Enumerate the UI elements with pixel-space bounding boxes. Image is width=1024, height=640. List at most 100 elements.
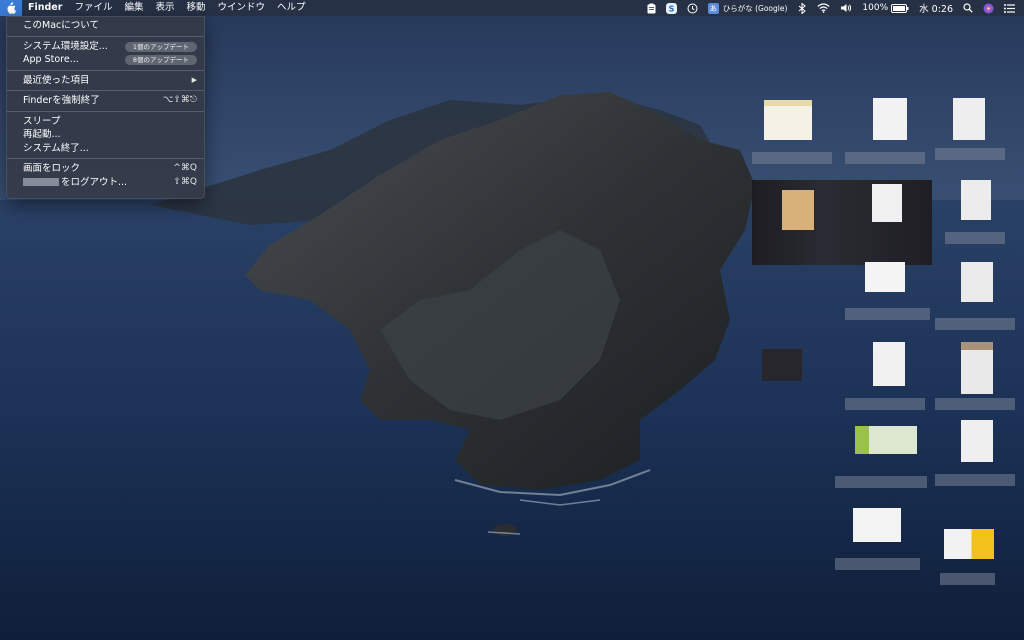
menu-item-label: システム環境設定... xyxy=(23,40,108,52)
menu-separator xyxy=(7,35,204,37)
menu-go[interactable]: 移動 xyxy=(180,0,211,16)
app-thumbnail xyxy=(762,349,802,381)
update-badge: 8個のアップデート xyxy=(124,55,197,65)
file-name-redacted xyxy=(845,308,930,320)
menu-separator xyxy=(7,90,204,91)
status-area: S あ ひらがな (Google) 100% 水 0:26 xyxy=(642,0,1020,16)
battery-percent: 100% xyxy=(862,3,889,13)
file-name-redacted xyxy=(935,474,1015,486)
menu-bar: Finder ファイル 編集 表示 移動 ウインドウ ヘルプ S あ ひらがな … xyxy=(0,0,1024,16)
menu-item-label: スリープ xyxy=(23,115,61,127)
menu-item-sleep[interactable]: スリープ xyxy=(7,115,204,129)
battery-icon xyxy=(891,3,909,13)
desktop-icon[interactable] xyxy=(935,92,1010,172)
menu-help[interactable]: ヘルプ xyxy=(271,0,312,16)
desktop-icon[interactable] xyxy=(752,345,812,385)
menu-separator xyxy=(7,69,204,71)
document-thumbnail xyxy=(873,98,907,140)
file-name-redacted xyxy=(845,152,925,164)
apple-menu-button[interactable] xyxy=(0,0,22,16)
menu-item-label: 画面をロック xyxy=(23,163,81,174)
desktop-icon[interactable] xyxy=(845,258,935,328)
file-thumbnail xyxy=(865,262,905,292)
spotlight-search-icon[interactable] xyxy=(958,0,978,16)
file-name-redacted xyxy=(752,152,832,164)
menu-item-label: App Store... xyxy=(23,54,79,65)
menu-item-shutdown[interactable]: システム終了... xyxy=(7,142,204,156)
desktop-icon[interactable] xyxy=(940,525,1000,590)
desktop-icon[interactable] xyxy=(752,92,837,172)
menu-window[interactable]: ウインドウ xyxy=(212,0,272,16)
file-name-redacted xyxy=(835,558,920,570)
file-thumbnail xyxy=(853,508,901,542)
bluetooth-icon[interactable] xyxy=(792,0,812,16)
file-name-redacted xyxy=(935,148,1005,160)
notification-center-icon[interactable] xyxy=(999,0,1020,16)
apple-menu-dropdown: このMacについて システム環境設定... 1個のアップデート App Stor… xyxy=(6,16,205,199)
battery-status[interactable]: 100% xyxy=(857,0,914,16)
menu-item-label: このMacについて xyxy=(23,20,99,31)
desktop-icon[interactable] xyxy=(935,180,1010,250)
menu-view[interactable]: 表示 xyxy=(149,0,180,16)
menu-shortcut: ⇧⌘Q xyxy=(173,176,197,187)
menu-item-app-store[interactable]: App Store... 8個のアップデート xyxy=(7,53,204,67)
document-thumbnail xyxy=(961,342,993,394)
menu-finder[interactable]: Finder xyxy=(22,0,68,16)
file-name-redacted xyxy=(940,573,995,585)
file-thumbnail xyxy=(855,426,917,454)
menu-item-restart[interactable]: 再起動... xyxy=(7,128,204,142)
document-thumbnail xyxy=(953,98,985,140)
menu-item-label: Finderを強制終了 xyxy=(23,95,100,106)
menu-item-label: 最近使った項目 xyxy=(23,74,90,86)
menu-shortcut: ⌥⇧⌘⎋ xyxy=(162,95,197,105)
desktop-icon[interactable] xyxy=(935,420,1020,495)
update-badge: 1個のアップデート xyxy=(124,41,197,52)
desktop-icon[interactable] xyxy=(845,92,925,172)
clipboard-icon[interactable] xyxy=(642,0,661,16)
document-thumbnail xyxy=(872,184,902,222)
menu-edit[interactable]: 編集 xyxy=(118,0,149,16)
file-name-redacted xyxy=(845,398,925,410)
menu-item-logout[interactable]: をログアウト... ⇧⌘Q xyxy=(7,176,204,190)
input-method-icon: あ xyxy=(707,2,719,14)
svg-text:S: S xyxy=(668,4,674,13)
menu-item-about-this-mac[interactable]: このMacについて xyxy=(7,19,204,33)
file-name-redacted xyxy=(945,232,1005,244)
wifi-icon[interactable] xyxy=(812,0,835,16)
desktop-icon[interactable] xyxy=(935,258,1020,338)
document-thumbnail xyxy=(961,420,993,462)
menu-separator xyxy=(7,110,204,112)
desktop-icon[interactable] xyxy=(935,340,1020,420)
folder-thumbnail xyxy=(752,180,932,265)
menu-item-force-quit[interactable]: Finderを強制終了 ⌥⇧⌘⎋ xyxy=(7,94,204,108)
file-name-redacted xyxy=(835,476,927,488)
clock[interactable]: 水 0:26 xyxy=(914,0,958,16)
input-method-menu[interactable]: あ ひらがな (Google) xyxy=(703,0,793,16)
document-thumbnail xyxy=(961,262,993,302)
skype-icon[interactable]: S xyxy=(661,0,682,16)
menu-item-label: システム終了... xyxy=(23,142,89,154)
desktop-icon[interactable] xyxy=(835,420,930,495)
desktop-icon[interactable] xyxy=(845,340,930,420)
submenu-arrow-icon: ▶ xyxy=(191,75,197,84)
menu-item-system-preferences[interactable]: システム環境設定... 1個のアップデート xyxy=(7,40,204,54)
document-thumbnail xyxy=(961,180,991,220)
menu-item-label: をログアウト... xyxy=(61,176,128,188)
document-thumbnail xyxy=(873,342,905,386)
menu-file[interactable]: ファイル xyxy=(68,0,118,16)
menu-item-recent-items[interactable]: 最近使った項目 ▶ xyxy=(7,74,204,88)
file-name-redacted xyxy=(935,398,1015,410)
menu-separator xyxy=(7,158,204,159)
apple-logo-icon xyxy=(7,2,16,14)
time-machine-icon[interactable] xyxy=(682,0,703,16)
menu-shortcut: ^⌘Q xyxy=(173,163,197,173)
menu-item-label: 再起動... xyxy=(23,129,61,140)
siri-icon[interactable] xyxy=(978,0,999,16)
menu-item-lock-screen[interactable]: 画面をロック ^⌘Q xyxy=(7,162,204,176)
photo-thumbnail xyxy=(782,190,814,230)
volume-icon[interactable] xyxy=(835,0,857,16)
input-method-label: ひらがな (Google) xyxy=(722,3,788,13)
app-thumbnail xyxy=(944,529,994,559)
desktop-icon[interactable] xyxy=(835,500,925,580)
file-name-redacted xyxy=(935,318,1015,330)
